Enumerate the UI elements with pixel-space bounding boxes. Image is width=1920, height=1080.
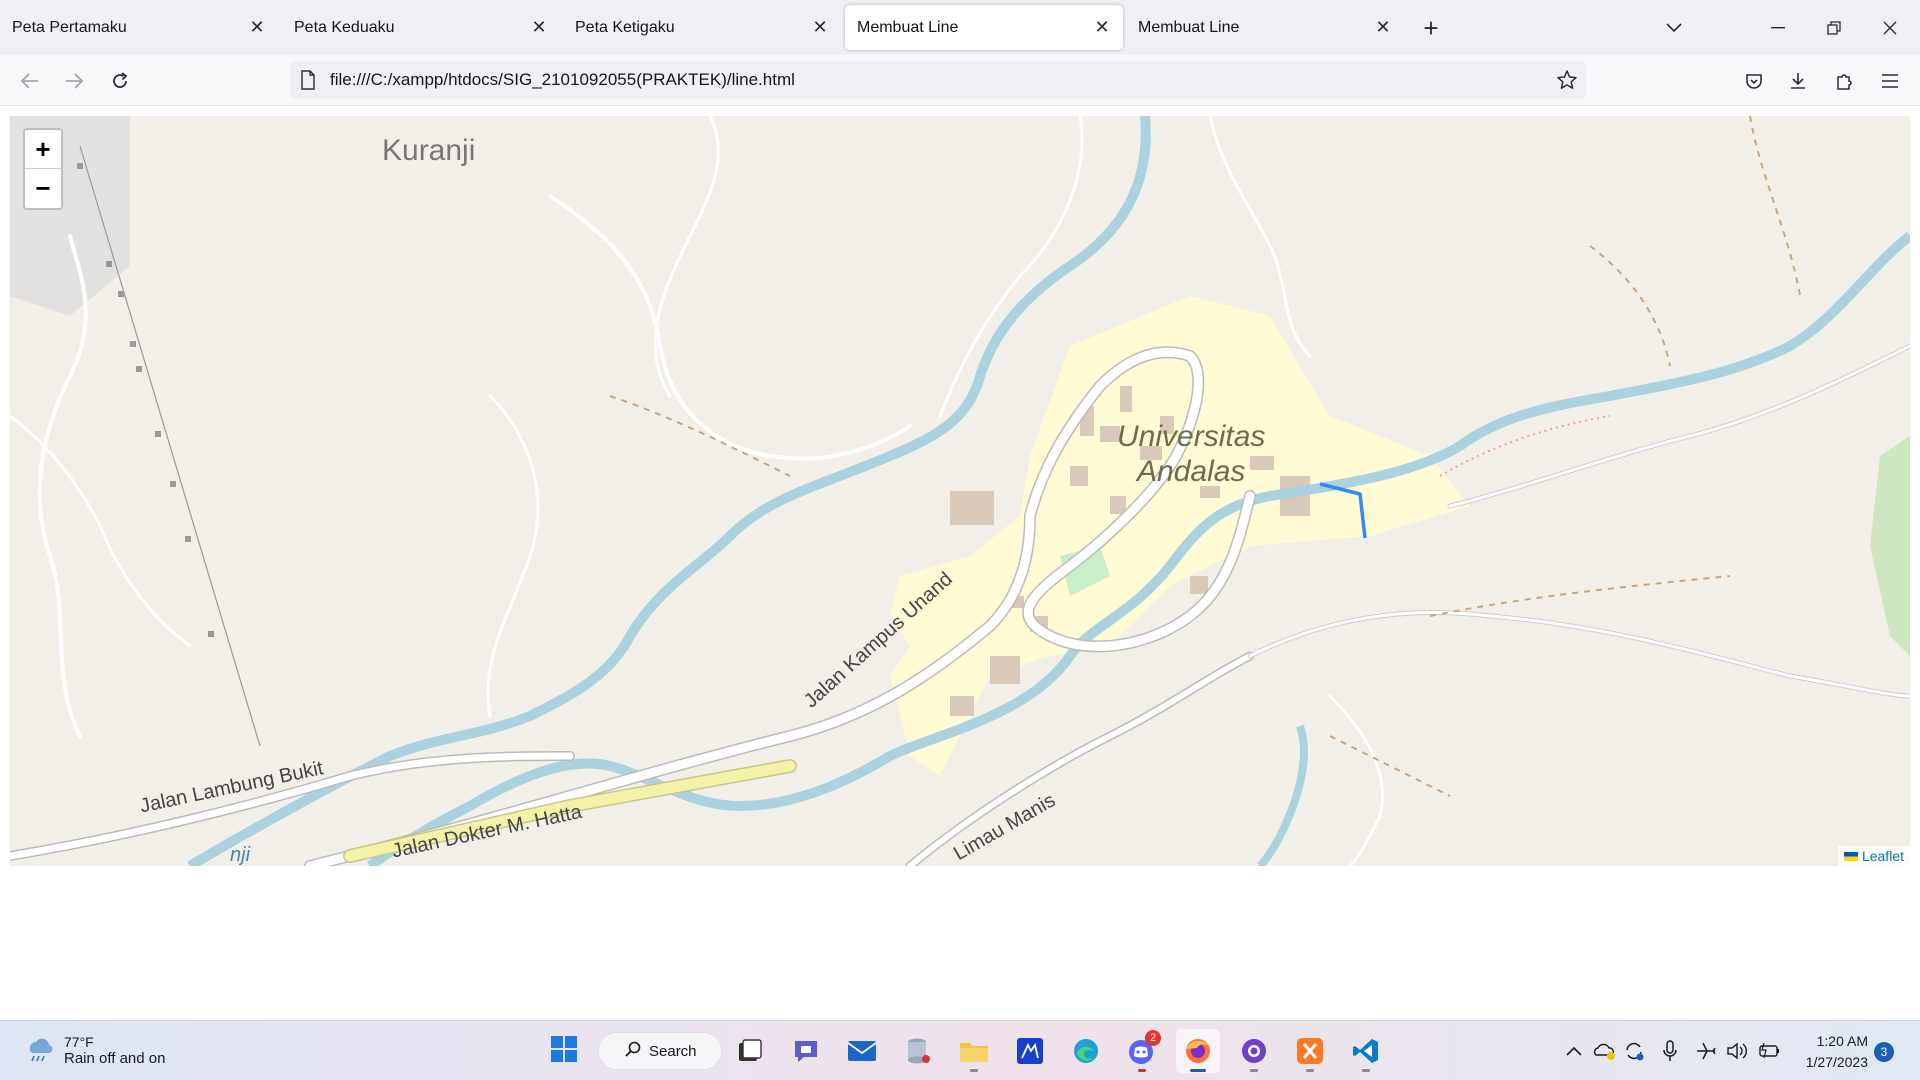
weather-condition: Rain off and on [64,1050,166,1067]
back-icon[interactable] [14,65,46,97]
onedrive-warning-icon[interactable] [1592,1039,1616,1063]
attribution: Leaflet [1837,846,1910,866]
rain-cloud-icon [24,1033,54,1068]
zoom-in-button[interactable]: + [25,130,61,169]
mail-icon[interactable] [840,1029,884,1073]
volume-icon[interactable] [1726,1039,1750,1063]
bookmark-star-icon[interactable] [1556,69,1578,96]
sticky-app-icon[interactable] [1008,1029,1052,1073]
weather-temperature: 77°F [64,1034,94,1050]
search-label: Search [649,1042,697,1060]
file-explorer-icon[interactable] [952,1029,996,1073]
discord-badge: 2 [1145,1030,1161,1046]
system-clock[interactable]: 1:20 AM 1/27/2023 [1792,1031,1868,1073]
close-tab-icon[interactable]: ✕ [1091,17,1113,39]
map-tiles [10,116,1910,866]
zoom-control: + − [23,128,63,210]
database-app-icon[interactable] [896,1029,940,1073]
vscode-icon[interactable] [1344,1029,1388,1073]
place-label-universitas: Universitas [1117,420,1266,453]
minimize-icon[interactable] [1760,10,1796,46]
tab-peta-ketigaku[interactable]: Peta Ketigaku ✕ [563,5,841,50]
windows-logo-icon [551,1035,577,1067]
close-tab-icon[interactable]: ✕ [809,17,831,39]
menu-hamburger-icon[interactable] [1874,65,1906,97]
pocket-icon[interactable] [1738,65,1770,97]
weather-widget[interactable]: 77°F Rain off and on [24,1033,165,1068]
battery-icon[interactable] [1758,1039,1782,1063]
teams-chat-icon[interactable] [784,1029,828,1073]
downloads-icon[interactable] [1782,65,1814,97]
tab-peta-keduaku[interactable]: Peta Keduaku ✕ [282,5,560,50]
search-icon [625,1041,641,1061]
extensions-icon[interactable] [1828,65,1860,97]
notification-badge[interactable]: 3 [1874,1042,1894,1062]
tab-label: Membuat Line [857,18,959,36]
close-tab-icon[interactable]: ✕ [528,17,550,39]
reload-icon[interactable] [104,65,136,97]
zoom-out-button[interactable]: − [25,169,61,208]
ukraine-flag-icon [1843,851,1858,861]
running-indicator [1138,1069,1146,1072]
url-text: file:///C:/xampp/htdocs/SIG_2101092055(P… [330,70,795,89]
microphone-icon[interactable] [1658,1039,1682,1063]
xampp-icon[interactable] [1288,1029,1332,1073]
taskbar-search[interactable]: Search [598,1032,722,1070]
navigation-toolbar: file:///C:/xampp/htdocs/SIG_2101092055(P… [0,55,1920,106]
close-tab-icon[interactable]: ✕ [1372,17,1394,39]
running-indicator [1250,1069,1258,1072]
edge-browser-icon[interactable] [1064,1029,1108,1073]
start-button[interactable] [542,1029,586,1073]
leaflet-map[interactable]: Kuranji Universitas Andalas Jalan Kampus… [10,116,1910,866]
firefox-icon[interactable] [1176,1029,1220,1073]
leaflet-link[interactable]: Leaflet [1862,848,1904,864]
forward-icon[interactable] [58,65,90,97]
river-label-fragment: nji [230,844,251,866]
tab-strip: Peta Pertamaku ✕ Peta Keduaku ✕ Peta Ket… [0,0,1920,55]
running-indicator [1362,1069,1370,1072]
github-desktop-icon[interactable] [1232,1029,1276,1073]
tab-membuat-line-active[interactable]: Membuat Line ✕ [845,5,1123,50]
close-tab-icon[interactable]: ✕ [246,17,268,39]
place-label-andalas: Andalas [1137,455,1246,488]
running-indicator [1306,1069,1314,1072]
tab-peta-pertamaku[interactable]: Peta Pertamaku ✕ [0,5,278,50]
discord-icon[interactable]: 2 [1120,1029,1164,1073]
clock-time: 1:20 AM [1816,1033,1868,1049]
active-indicator [1190,1069,1206,1072]
tab-label: Peta Keduaku [294,18,395,36]
page-icon [300,70,316,95]
tab-label: Peta Pertamaku [12,18,127,36]
airplane-mode-icon[interactable] [1694,1039,1718,1063]
clock-date: 1/27/2023 [1805,1054,1868,1070]
show-hidden-icons-chevron-icon[interactable] [1562,1039,1586,1063]
tab-label: Membuat Line [1138,18,1240,36]
address-bar[interactable]: file:///C:/xampp/htdocs/SIG_2101092055(P… [290,61,1586,99]
place-label-kuranji: Kuranji [382,134,476,167]
list-all-tabs-icon[interactable] [1656,10,1692,46]
taskbar: 77°F Rain off and on Search 2 1:20 AM 1/… [0,1020,1920,1080]
tab-label: Peta Ketigaku [575,18,675,36]
tab-membuat-line[interactable]: Membuat Line ✕ [1126,5,1404,50]
close-window-icon[interactable] [1872,10,1908,46]
task-view-icon[interactable] [728,1029,772,1073]
new-tab-button[interactable]: + [1416,13,1446,43]
running-indicator [970,1069,978,1072]
restore-icon[interactable] [1816,10,1852,46]
sync-icon[interactable] [1622,1039,1646,1063]
